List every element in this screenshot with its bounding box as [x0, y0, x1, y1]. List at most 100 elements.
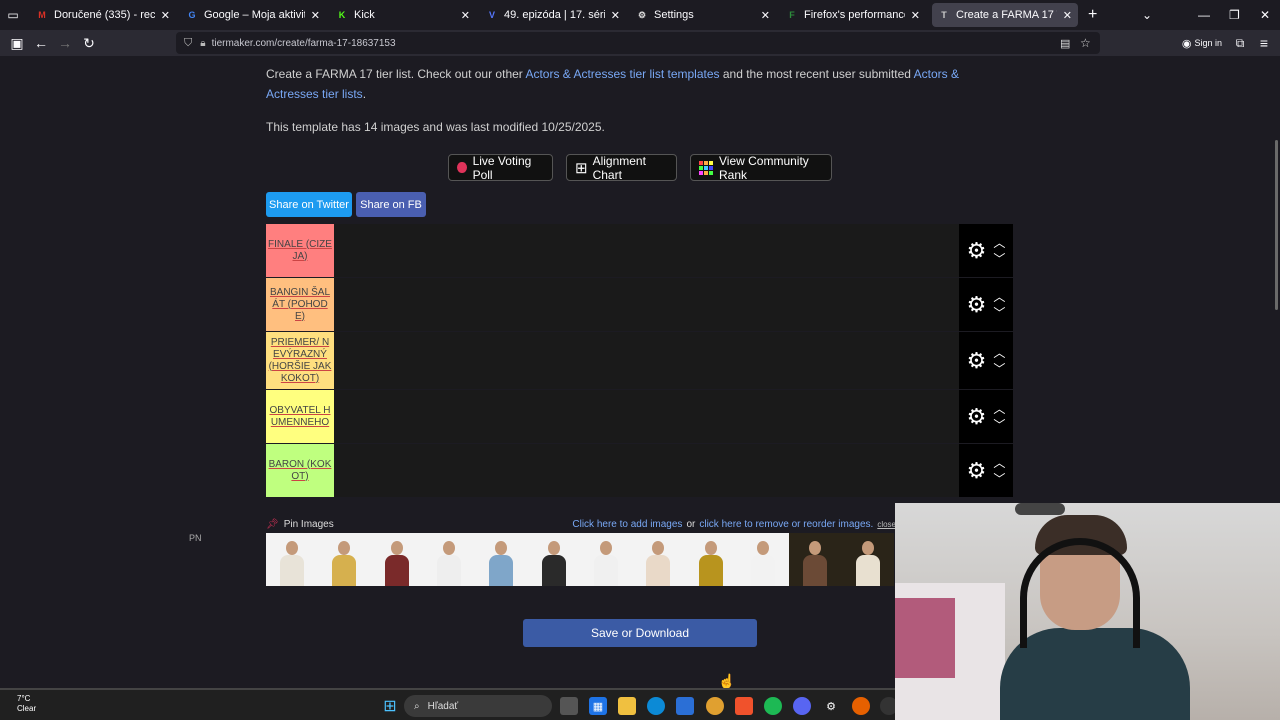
pin-images-label[interactable]: Pin Images: [284, 519, 334, 530]
store-icon[interactable]: ▦: [589, 697, 607, 715]
tier-label[interactable]: FINALE (CIZE JA): [266, 224, 334, 277]
tier-drop-zone[interactable]: [334, 390, 959, 443]
kick-icon: K: [338, 10, 346, 20]
close-tab-icon[interactable]: ✕: [611, 9, 620, 22]
chevron-up-icon[interactable]: ︿: [993, 289, 1005, 305]
task-view-icon[interactable]: [560, 697, 578, 715]
save-or-download-button[interactable]: Save or Download: [523, 619, 757, 647]
photos-icon[interactable]: [676, 697, 694, 715]
contestant-image[interactable]: [266, 533, 319, 586]
live-voting-poll-button[interactable]: Live Voting Poll: [448, 154, 553, 182]
close-tab-icon[interactable]: ✕: [1063, 9, 1072, 22]
gear-icon[interactable]: ⚙: [967, 458, 987, 484]
gear-icon[interactable]: ⚙: [967, 404, 987, 430]
chevron-up-icon[interactable]: ︿: [993, 401, 1005, 417]
scrollbar[interactable]: [1275, 140, 1278, 310]
close-window-icon[interactable]: ✕: [1260, 0, 1270, 30]
firefox-icon[interactable]: [852, 697, 870, 715]
chevron-down-icon[interactable]: ﹀: [993, 251, 1005, 267]
gear-icon[interactable]: ⚙: [967, 238, 987, 264]
webcam-overlay: [895, 503, 1280, 720]
chevron-up-icon[interactable]: ︿: [993, 345, 1005, 361]
chevron-down-icon[interactable]: ﹀: [993, 417, 1005, 433]
templates-link[interactable]: Actors & Actresses tier list templates: [525, 67, 719, 81]
tab-settings[interactable]: ⚙ Settings ✕: [630, 3, 776, 27]
sign-in-button[interactable]: ◉ Sign in: [1180, 30, 1224, 56]
chevron-down-icon[interactable]: ﹀: [993, 361, 1005, 377]
tab-kick[interactable]: K Kick ✕: [330, 3, 476, 27]
lock-icon[interactable]: 🔒︎: [200, 38, 205, 49]
contestant-image[interactable]: [789, 533, 842, 586]
taskbar-search[interactable]: ⌕ Hľadať: [404, 695, 552, 717]
tab-firefox-performance[interactable]: F Firefox's performance settings | ✕: [780, 3, 926, 27]
contestant-image[interactable]: [579, 533, 633, 586]
close-tab-icon[interactable]: ✕: [911, 9, 920, 22]
tier-drop-zone[interactable]: [334, 444, 959, 497]
back-icon[interactable]: ←: [32, 30, 50, 56]
chevron-down-icon[interactable]: ﹀: [993, 305, 1005, 321]
tier-drop-zone[interactable]: [334, 332, 959, 389]
start-icon[interactable]: ⊞: [381, 697, 399, 715]
add-images-link[interactable]: Click here to add images: [572, 519, 682, 530]
tab-google-activity[interactable]: G Google – Moja aktivita ✕: [180, 3, 326, 27]
chrome-icon[interactable]: [706, 697, 724, 715]
shield-icon[interactable]: ⛉: [184, 37, 192, 50]
gear-icon[interactable]: ⚙: [967, 292, 987, 318]
contestant-image[interactable]: [318, 533, 371, 586]
share-twitter-button[interactable]: Share on Twitter: [266, 192, 352, 217]
extensions-icon[interactable]: ⧉: [1232, 30, 1248, 56]
pin-icon[interactable]: 📌︎: [266, 519, 279, 530]
sidebar-toggle-icon[interactable]: ▣: [8, 30, 26, 56]
contestant-image[interactable]: [632, 533, 685, 586]
contestant-image[interactable]: [841, 533, 894, 586]
gear-icon[interactable]: ⚙: [967, 348, 987, 374]
file-explorer-icon[interactable]: [618, 697, 636, 715]
contestant-image[interactable]: [370, 533, 423, 586]
tab-overview-icon[interactable]: ▭: [0, 0, 26, 30]
contestant-image[interactable]: [527, 533, 580, 586]
intro-suffix: .: [362, 87, 367, 101]
tier-label[interactable]: BANGIN ŠALÁT (POHODE): [266, 278, 334, 331]
edge-icon[interactable]: [647, 697, 665, 715]
tab-tiermaker[interactable]: T Create a FARMA 17 Tier List - Ti ✕: [932, 3, 1078, 27]
tab-list-icon[interactable]: ⌄: [1142, 0, 1152, 30]
close-tab-icon[interactable]: ✕: [761, 9, 770, 22]
chevron-up-icon[interactable]: ︿: [993, 455, 1005, 471]
weather-widget[interactable]: 7°C Clear: [17, 694, 36, 714]
close-link[interactable]: close: [877, 520, 896, 529]
tier-label[interactable]: BARON (KOKOT): [266, 444, 334, 497]
reader-view-icon[interactable]: ▤: [1060, 37, 1070, 50]
share-fb-button[interactable]: Share on FB: [356, 192, 426, 217]
minimize-icon[interactable]: —: [1198, 0, 1210, 30]
contestant-image[interactable]: [422, 533, 476, 586]
contestant-image[interactable]: [475, 533, 528, 586]
bookmark-star-icon[interactable]: ☆: [1080, 36, 1091, 50]
tier-drop-zone[interactable]: [334, 278, 959, 331]
close-tab-icon[interactable]: ✕: [461, 9, 470, 22]
alignment-chart-button[interactable]: ⊞ Alignment Chart: [566, 154, 677, 182]
spotify-icon[interactable]: [764, 697, 782, 715]
reload-icon[interactable]: ↻: [80, 30, 98, 56]
tier-drop-zone[interactable]: [334, 224, 959, 277]
menu-icon[interactable]: ≡: [1256, 30, 1272, 56]
tier-label[interactable]: OBYVATEL HUMENNEHO: [266, 390, 334, 443]
tier-label[interactable]: PRIEMER/ NEVÝRAZNÝ (HORŠIE JAK KOKOT): [266, 332, 334, 389]
close-tab-icon[interactable]: ✕: [161, 9, 170, 22]
close-tab-icon[interactable]: ✕: [311, 9, 320, 22]
forward-icon[interactable]: →: [56, 30, 74, 56]
chevron-up-icon[interactable]: ︿: [993, 235, 1005, 251]
contestant-image[interactable]: [684, 533, 737, 586]
new-tab-icon[interactable]: +: [1088, 0, 1097, 30]
community-rank-button[interactable]: View Community Rank: [690, 154, 832, 182]
tab-farma-episode[interactable]: V 49. epizóda | 17. séria | Farma | ✕: [480, 3, 626, 27]
chevron-down-icon[interactable]: ﹀: [993, 471, 1005, 487]
tab-gmail[interactable]: M Doručené (335) - recktreckt@gi ✕: [30, 3, 176, 27]
brave-icon[interactable]: [735, 697, 753, 715]
settings-icon[interactable]: ⚙: [822, 697, 840, 715]
url-text[interactable]: tiermaker.com/create/farma-17-18637153: [212, 38, 396, 49]
url-bar[interactable]: ⛉ 🔒︎ tiermaker.com/create/farma-17-18637…: [176, 32, 1100, 54]
reorder-images-link[interactable]: click here to remove or reorder images.: [699, 519, 873, 530]
discord-icon[interactable]: [793, 697, 811, 715]
restore-icon[interactable]: ❐: [1229, 0, 1240, 30]
contestant-image[interactable]: [736, 533, 790, 586]
